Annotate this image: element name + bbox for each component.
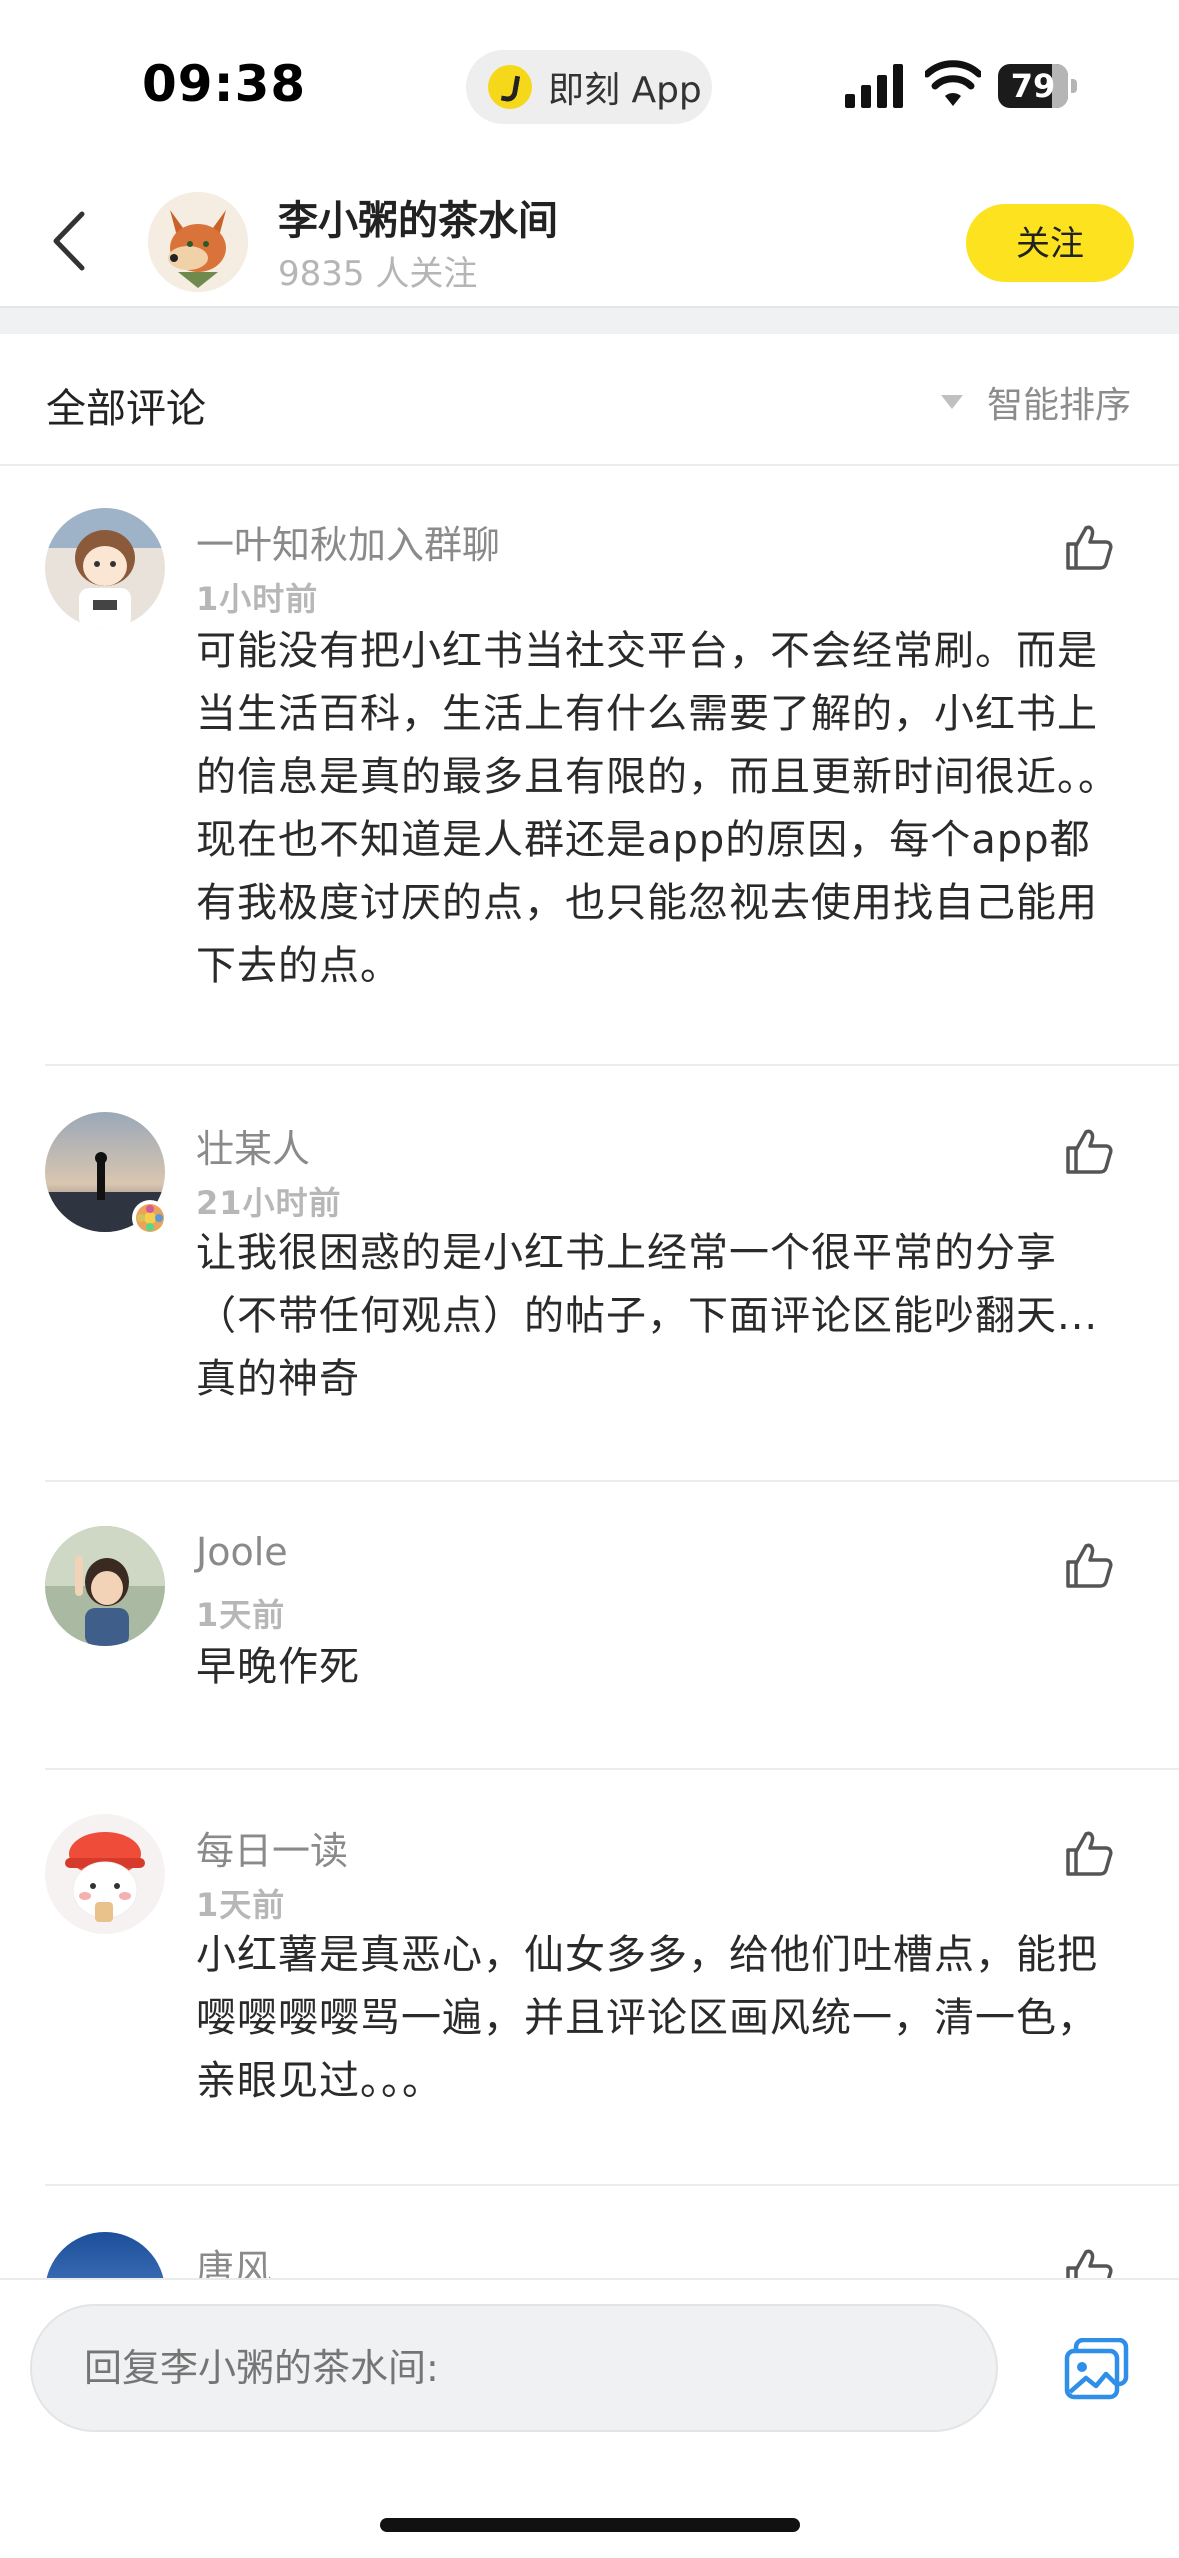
avatar-child-icon: [45, 1526, 165, 1646]
comment-item: 一叶知秋加入群聊 1小时前 可能没有把小红书当社交平台，不会经常刷。而是当生活百…: [0, 466, 1179, 1066]
app-switch-pill[interactable]: 即刻 App: [466, 50, 712, 124]
follower-count: 9835 人关注: [278, 254, 478, 294]
group-header: 李小粥的茶水间 9835 人关注 关注: [0, 170, 1179, 306]
comment-item: 每日一读 1天前 小红薯是真恶心，仙女多多，给他们吐槽点，能把嘤嘤嘤嘤骂一遍，并…: [0, 1770, 1179, 2186]
avatar[interactable]: [45, 1526, 165, 1646]
home-indicator[interactable]: [380, 2518, 800, 2532]
app-switch-label: 即刻 App: [548, 70, 702, 111]
status-time: 09:38: [142, 55, 307, 113]
comment-item: 壮某人 21小时前 让我很困惑的是小红书上经常一个很平常的分享（不带任何观点）的…: [0, 1068, 1179, 1482]
comment-time: 1小时前: [196, 580, 319, 618]
reply-input[interactable]: [30, 2304, 998, 2432]
follow-button[interactable]: 关注: [966, 204, 1134, 282]
image-picker-icon[interactable]: [1064, 2338, 1130, 2400]
avatar[interactable]: [45, 2232, 165, 2278]
header-divider: [0, 306, 1179, 334]
comment-divider: [45, 1064, 1179, 1066]
comments-header: 全部评论 智能排序: [0, 332, 1179, 466]
fox-avatar-icon: [148, 192, 248, 292]
jike-logo-icon: [488, 65, 532, 109]
back-chevron-icon[interactable]: [48, 210, 92, 272]
avatar-girl-icon: [45, 508, 165, 628]
comment-author[interactable]: Joole: [196, 1530, 288, 1574]
avatar[interactable]: [45, 1814, 165, 1934]
comment-text: 早晚作死: [196, 1644, 360, 1690]
cellular-signal-icon: [845, 64, 903, 108]
thumbs-up-icon[interactable]: [1064, 522, 1114, 572]
sort-dropdown[interactable]: 智能排序: [940, 376, 1131, 428]
comment-list[interactable]: 一叶知秋加入群聊 1小时前 可能没有把小红书当社交平台，不会经常刷。而是当生活百…: [0, 466, 1179, 2278]
group-avatar[interactable]: [148, 192, 248, 292]
comment-text: 小红薯是真恶心，仙女多多，给他们吐槽点，能把嘤嘤嘤嘤骂一遍，并且评论区画风统一，…: [196, 1932, 1098, 2104]
thumbs-up-icon[interactable]: [1064, 1828, 1114, 1878]
comments-title: 全部评论: [46, 386, 206, 432]
comment-author[interactable]: 唐风: [196, 2238, 272, 2278]
avatar-cartoon-icon: [45, 1814, 165, 1934]
avatar-sky-icon: [45, 2232, 165, 2278]
reply-bar: [0, 2278, 1179, 2558]
battery-indicator: 79: [998, 64, 1078, 108]
comment-time: 1天前: [196, 1596, 286, 1634]
comment-item: 唐风: [0, 2186, 1179, 2278]
sort-label: 智能排序: [986, 385, 1131, 426]
comment-time: 1天前: [196, 1886, 286, 1924]
comment-text: 让我很困惑的是小红书上经常一个很平常的分享（不带任何观点）的帖子，下面评论区能吵…: [196, 1230, 1099, 1402]
comment-item: Joole 1天前 早晚作死: [0, 1482, 1179, 1770]
avatar[interactable]: [45, 508, 165, 628]
thumbs-up-icon[interactable]: [1064, 1126, 1114, 1176]
comment-author[interactable]: 每日一读: [196, 1820, 348, 1875]
thumbs-up-icon[interactable]: [1064, 2246, 1114, 2278]
status-bar: 09:38 即刻 App 79: [0, 0, 1179, 170]
dropdown-triangle-icon: [940, 395, 963, 409]
wifi-icon: [925, 60, 981, 106]
comment-text: 可能没有把小红书当社交平台，不会经常刷。而是当生活百科，生活上有什么需要了解的，…: [196, 628, 1119, 989]
battery-level: 79: [1010, 67, 1056, 105]
comment-author[interactable]: 一叶知秋加入群聊: [196, 514, 500, 569]
group-title: 李小粥的茶水间: [278, 198, 558, 244]
comment-time: 21小时前: [196, 1184, 342, 1222]
thumbs-up-icon[interactable]: [1064, 1540, 1114, 1590]
comment-author[interactable]: 壮某人: [196, 1118, 310, 1173]
verified-badge-icon: [132, 1200, 168, 1236]
